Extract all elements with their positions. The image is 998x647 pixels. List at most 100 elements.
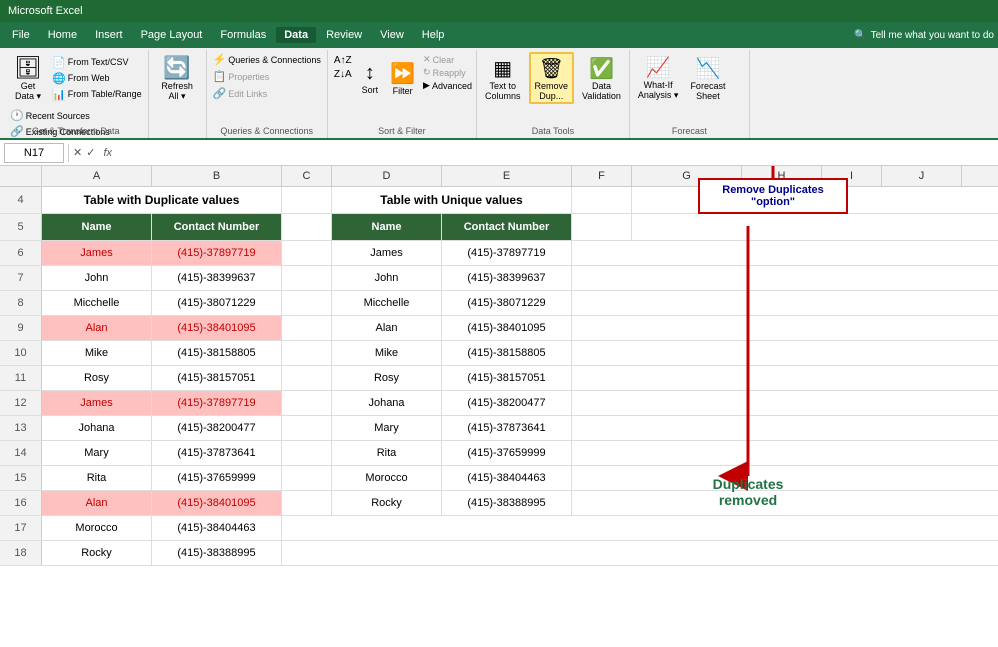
cell-12b[interactable]: (415)-37897719 (152, 391, 282, 415)
sort-button[interactable]: ↕ Sort (358, 52, 383, 104)
menu-formulas[interactable]: Formulas (212, 27, 274, 43)
cell-5a[interactable]: Name (42, 214, 152, 240)
cell-16e[interactable]: (415)-38388995 (442, 491, 572, 515)
confirm-formula-icon[interactable]: ✓ (86, 146, 95, 159)
what-if-analysis-button[interactable]: 📈 What-IfAnalysis ▾ (634, 52, 683, 104)
cell-8a[interactable]: Micchelle (42, 291, 152, 315)
properties-button[interactable]: 📋 Properties (211, 69, 323, 84)
cell-16d[interactable]: Rocky (332, 491, 442, 515)
data-validation-button[interactable]: ✅ DataValidation (578, 52, 625, 104)
cell-17b[interactable]: (415)-38404463 (152, 516, 282, 540)
col-header-i[interactable]: I (822, 166, 882, 186)
col-header-g[interactable]: G (632, 166, 742, 186)
from-web-button[interactable]: 🌐 From Web (50, 71, 144, 86)
recent-sources-button[interactable]: 🕐 Recent Sources (8, 108, 144, 123)
filter-button[interactable]: ⏩ Filter (386, 52, 419, 104)
cell-16a[interactable]: Alan (42, 491, 152, 515)
get-data-button[interactable]: 🗄 GetData ▾ (8, 52, 48, 104)
from-table-button[interactable]: 📊 From Table/Range (50, 87, 144, 102)
cell-15e[interactable]: (415)-38404463 (442, 466, 572, 490)
cell-17a[interactable]: Morocco (42, 516, 152, 540)
col-header-e[interactable]: E (442, 166, 572, 186)
cell-9e[interactable]: (415)-38401095 (442, 316, 572, 340)
menu-data[interactable]: Data (276, 27, 316, 43)
menu-file[interactable]: File (4, 27, 38, 43)
cell-9a[interactable]: Alan (42, 316, 152, 340)
remove-duplicates-button[interactable]: 🗑 RemoveDup... (529, 52, 575, 104)
ribbon: 🗄 GetData ▾ 📄 From Text/CSV 🌐 From Web 📊… (0, 48, 998, 140)
col-header-b[interactable]: B (152, 166, 282, 186)
cell-14b[interactable]: (415)-37873641 (152, 441, 282, 465)
cell-13a[interactable]: Johana (42, 416, 152, 440)
cell-5d[interactable]: Name (332, 214, 442, 240)
advanced-button[interactable]: ▶ Advanced (423, 80, 472, 91)
cell-14e[interactable]: (415)-37659999 (442, 441, 572, 465)
menu-page-layout[interactable]: Page Layout (133, 27, 211, 43)
cell-11e[interactable]: (415)-38157051 (442, 366, 572, 390)
cell-8d[interactable]: Micchelle (332, 291, 442, 315)
cell-15d[interactable]: Morocco (332, 466, 442, 490)
sort-az-button[interactable]: A↑Z (332, 54, 354, 67)
cell-9d[interactable]: Alan (332, 316, 442, 340)
cell-5e[interactable]: Contact Number (442, 214, 572, 240)
menu-home[interactable]: Home (40, 27, 85, 43)
cell-14a[interactable]: Mary (42, 441, 152, 465)
sort-za-button[interactable]: Z↓A (332, 68, 354, 81)
reapply-button[interactable]: ↻ Reapply (423, 67, 472, 78)
text-to-columns-button[interactable]: ▦ Text toColumns (481, 52, 525, 104)
cell-7b[interactable]: (415)-38399637 (152, 266, 282, 290)
cell-6e[interactable]: (415)-37897719 (442, 241, 572, 265)
cell-6a[interactable]: James (42, 241, 152, 265)
col-header-d[interactable]: D (332, 166, 442, 186)
col-header-h[interactable]: H (742, 166, 822, 186)
cell-15a[interactable]: Rita (42, 466, 152, 490)
cell-13d[interactable]: Mary (332, 416, 442, 440)
cell-10e[interactable]: (415)-38158805 (442, 341, 572, 365)
cell-12e[interactable]: (415)-38200477 (442, 391, 572, 415)
cell-5b[interactable]: Contact Number (152, 214, 282, 240)
queries-connections-button[interactable]: ⚡ Queries & Connections (211, 52, 323, 67)
col-header-j[interactable]: J (882, 166, 962, 186)
cell-12a[interactable]: James (42, 391, 152, 415)
cell-13b[interactable]: (415)-38200477 (152, 416, 282, 440)
menu-help[interactable]: Help (414, 27, 453, 43)
cell-10a[interactable]: Mike (42, 341, 152, 365)
formula-input[interactable] (120, 143, 994, 163)
cell-10d[interactable]: Mike (332, 341, 442, 365)
edit-links-button[interactable]: 🔗 Edit Links (211, 86, 323, 101)
cell-8b[interactable]: (415)-38071229 (152, 291, 282, 315)
cell-18b[interactable]: (415)-38388995 (152, 541, 282, 565)
cell-11b[interactable]: (415)-38157051 (152, 366, 282, 390)
cell-7a[interactable]: John (42, 266, 152, 290)
cell-4a[interactable]: Table with Duplicate values (42, 187, 282, 213)
cell-9b[interactable]: (415)-38401095 (152, 316, 282, 340)
cell-4d[interactable]: Table with Unique values (332, 187, 572, 213)
cell-11d[interactable]: Rosy (332, 366, 442, 390)
refresh-button[interactable]: 🔄 RefreshAll ▾ (154, 52, 200, 104)
ribbon-group-get-transform: 🗄 GetData ▾ 📄 From Text/CSV 🌐 From Web 📊… (4, 50, 149, 138)
cell-8e[interactable]: (415)-38071229 (442, 291, 572, 315)
cell-18a[interactable]: Rocky (42, 541, 152, 565)
name-box[interactable] (4, 143, 64, 163)
menu-view[interactable]: View (372, 27, 412, 43)
col-header-a[interactable]: A (42, 166, 152, 186)
cell-13e[interactable]: (415)-37873641 (442, 416, 572, 440)
from-text-csv-button[interactable]: 📄 From Text/CSV (50, 55, 144, 70)
col-header-c[interactable]: C (282, 166, 332, 186)
cell-15b[interactable]: (415)-37659999 (152, 466, 282, 490)
cell-10b[interactable]: (415)-38158805 (152, 341, 282, 365)
cell-14d[interactable]: Rita (332, 441, 442, 465)
cell-6d[interactable]: James (332, 241, 442, 265)
forecast-sheet-button[interactable]: 📉 ForecastSheet (686, 52, 729, 104)
cell-16b[interactable]: (415)-38401095 (152, 491, 282, 515)
cell-7d[interactable]: John (332, 266, 442, 290)
col-header-f[interactable]: F (572, 166, 632, 186)
clear-button[interactable]: ✕ Clear (423, 54, 472, 65)
menu-insert[interactable]: Insert (87, 27, 131, 43)
cell-7e[interactable]: (415)-38399637 (442, 266, 572, 290)
cell-12d[interactable]: Johana (332, 391, 442, 415)
menu-review[interactable]: Review (318, 27, 370, 43)
cell-6b[interactable]: (415)-37897719 (152, 241, 282, 265)
cell-11a[interactable]: Rosy (42, 366, 152, 390)
cancel-formula-icon[interactable]: ✕ (73, 146, 82, 159)
